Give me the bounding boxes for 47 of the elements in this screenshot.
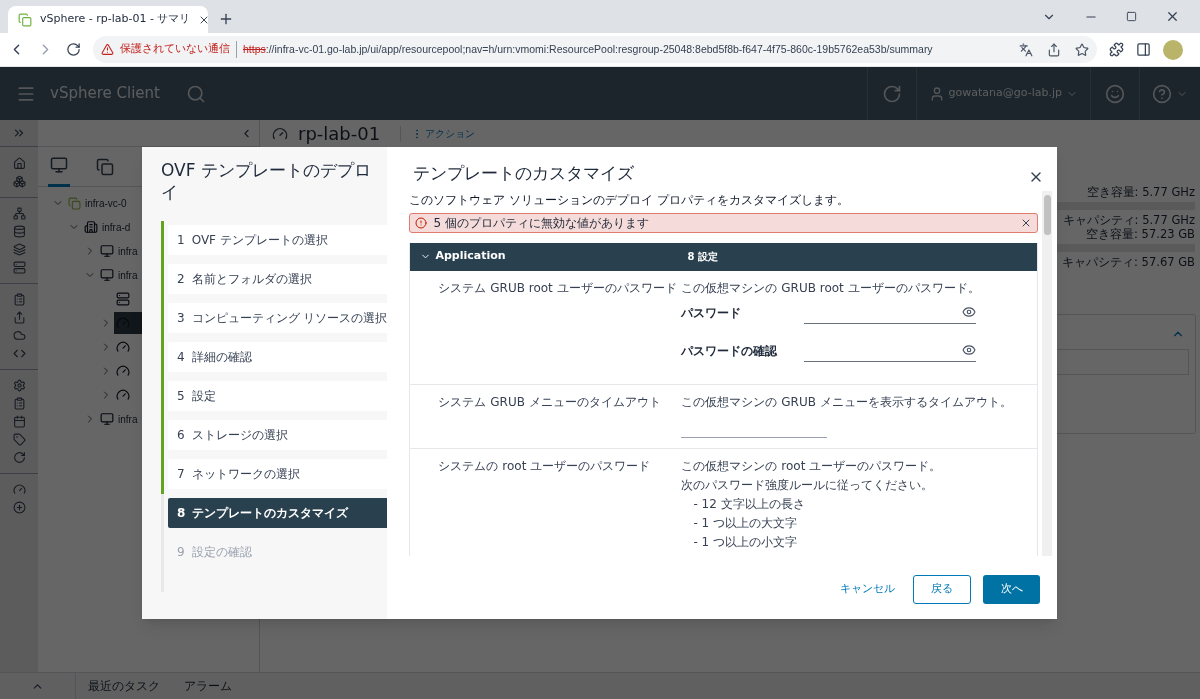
dialog-description: このソフトウェア ソリューションのデプロイ プロパティをカスタマイズします。	[409, 191, 850, 209]
wizard-step[interactable]: 4 詳細の確認	[168, 342, 388, 372]
wizard-step[interactable]: 5 設定	[168, 381, 388, 411]
capacity-text: 空き容量: 57.23 GB	[1086, 227, 1195, 241]
property-description: この仮想マシンの GRUB root ユーザーのパスワード。	[681, 279, 980, 297]
url-text: https://infra-vc-01.go-lab.jp/ui/app/resourcepool;nav=h/urn:vmomi:ResourcePool:resgroup-25048:8ebd5f8b-f647-4f75-860c-19b5762ea53b/summary	[243, 41, 933, 57]
property-name: システムの root ユーザーのパスワード	[437, 457, 652, 475]
password-rule: - 12 文字以上の長さ	[692, 495, 806, 513]
wizard-step[interactable]: 2 名前とフォルダの選択	[168, 264, 388, 294]
tab-title: vSphere - rp-lab-01 - サマリ	[40, 11, 191, 28]
field-label: パスワードの確認	[681, 342, 779, 360]
browser-tab[interactable]: vSphere - rp-lab-01 - サマリ	[8, 6, 208, 33]
section-header[interactable]: Application 8 設定	[410, 242, 1038, 271]
property-description: この仮想マシンの root ユーザーのパスワード。	[681, 457, 942, 475]
capacity-text: キャパシティ: 57.67 GB	[1062, 255, 1195, 269]
property-description: この仮想マシンの GRUB メニューを表示するタイムアウト。	[681, 393, 1012, 411]
password-rule: - 1 つ以上の小文字	[692, 533, 799, 551]
property-description: 次のパスワード強度ルールに従ってください。	[681, 476, 934, 494]
wizard-step[interactable]: 7 ネットワークの選択	[168, 459, 388, 489]
tree-item[interactable]: infra-d	[82, 216, 133, 238]
address-bar[interactable]: 保護されていない通信 https://infra-vc-01.go-lab.jp/ui/app/resourcepool;nav=h/urn:vmomi:ResourcePool:resgroup-25048:8ebd5f8b-f647-4f75-860c-19b5762ea53b/summary	[93, 36, 1097, 63]
dialog-title: テンプレートのカスタマイズ	[413, 162, 635, 185]
bottom-tab[interactable]: アラーム	[184, 677, 232, 695]
security-warning[interactable]: 保護されていない通信	[120, 41, 237, 58]
bottom-tab[interactable]: 最近のタスク	[88, 677, 160, 695]
tree-item[interactable]: infra	[98, 408, 140, 430]
capacity-text: キャパシティ: 5.77 GHz	[1062, 213, 1195, 227]
wizard-step: 9 設定の確認	[168, 537, 388, 567]
tree-item[interactable]: infra-vc-0	[66, 192, 129, 214]
app-name: vSphere Client	[50, 83, 160, 105]
wizard-step[interactable]: 1 OVF テンプレートの選択	[168, 225, 388, 255]
wizard-title: OVF テンプレートのデプロイ	[161, 159, 372, 203]
object-title: rp-lab-01	[298, 122, 381, 146]
wizard-step[interactable]: 8 テンプレートのカスタマイズ	[168, 498, 388, 528]
next-button[interactable]: 次へ	[983, 574, 1041, 604]
back-button[interactable]: 戻る	[913, 574, 972, 604]
password-rule: - 1 つ以上の大文字	[692, 514, 799, 532]
property-name: システム GRUB メニューのタイムアウト	[437, 393, 662, 411]
field-label: パスワード	[681, 304, 743, 322]
capacity-text: 空き容量: 5.77 GHz	[1086, 185, 1195, 199]
tree-item[interactable]: infra	[98, 240, 140, 262]
wizard-step[interactable]: 6 ストレージの選択	[168, 420, 388, 450]
cancel-button[interactable]: キャンセル	[834, 574, 902, 604]
property-name: システム GRUB root ユーザーのパスワード	[437, 279, 678, 297]
wizard-step[interactable]: 3 コンピューティング リソースの選択	[168, 303, 388, 333]
alert-text: 5 個のプロパティに無効な値があります	[433, 214, 650, 232]
tree-item[interactable]: infra	[98, 264, 140, 286]
